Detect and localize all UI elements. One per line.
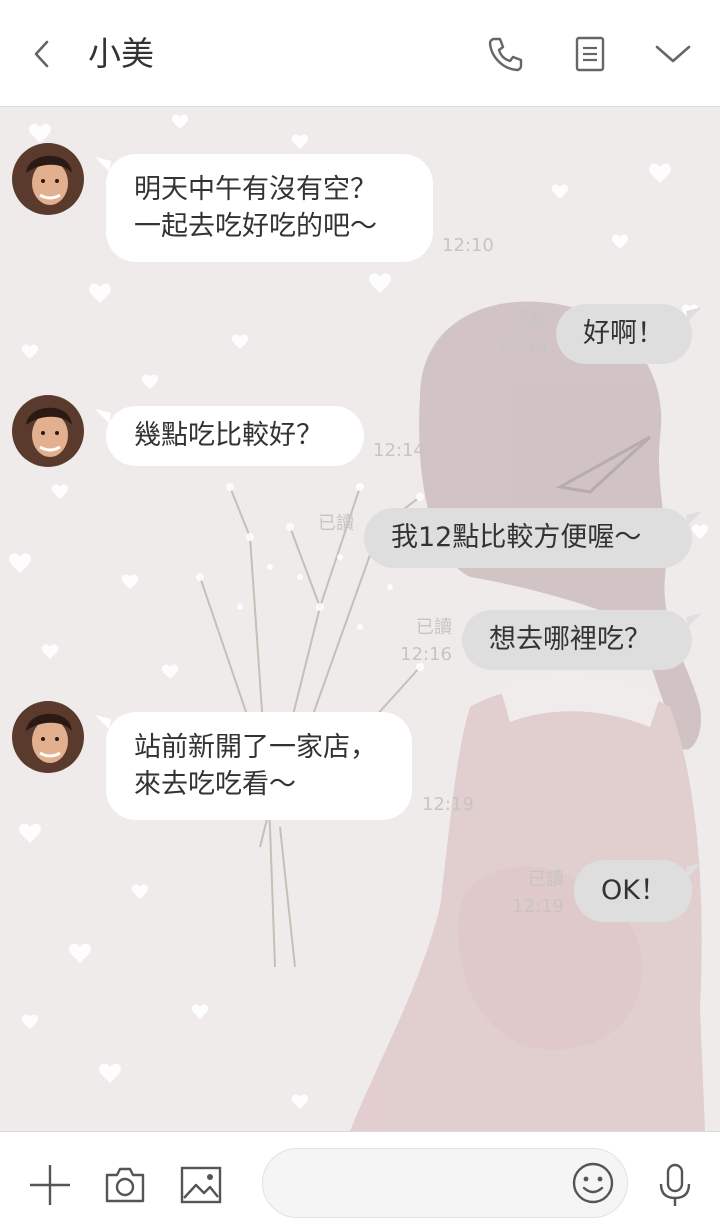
bubble-tail (686, 307, 702, 321)
read-receipt: 已讀 (512, 309, 548, 330)
phone-icon (488, 37, 523, 72)
message-bubble-outgoing[interactable]: 想去哪裡吃？ (462, 610, 692, 670)
contact-avatar[interactable] (12, 395, 84, 467)
avatar-image (12, 395, 84, 467)
back-button[interactable] (17, 27, 67, 81)
read-receipt: 已讀 (528, 869, 564, 890)
back-icon (34, 40, 49, 68)
message-time: 12:19 (422, 794, 474, 815)
message-text: OK！ (601, 875, 667, 906)
camera-icon (105, 1167, 145, 1203)
notes-icon (575, 36, 605, 72)
message-time: 12:14 (496, 337, 548, 358)
bubble-tail (686, 863, 702, 877)
attach-button[interactable] (25, 1160, 75, 1210)
message-text: 想去哪裡吃？ (489, 624, 651, 655)
read-receipt: 已讀 (318, 513, 354, 534)
message-text: 站前新開了一家店， (134, 732, 377, 763)
menu-toggle-button[interactable] (648, 27, 698, 81)
contact-avatar[interactable] (12, 701, 84, 773)
voice-button[interactable] (650, 1160, 700, 1210)
chat-area[interactable]: 明天中午有沒有空？ 一起去吃好吃的吧～ 12:10 已讀 12:14 好啊！ 幾… (0, 107, 720, 1131)
message-text: 明天中午有沒有空？ (134, 174, 377, 205)
message-time: 12:14 (373, 440, 425, 461)
chevron-down-icon (655, 45, 691, 63)
emoji-icon (572, 1162, 614, 1204)
contact-avatar[interactable] (12, 143, 84, 215)
message-bubble-incoming[interactable]: 明天中午有沒有空？ 一起去吃好吃的吧～ (106, 154, 433, 262)
message-text: 一起去吃好吃的吧～ (134, 211, 377, 242)
chat-header: 小美 (0, 0, 720, 107)
message-bubble-outgoing[interactable]: 好啊！ (556, 304, 692, 364)
camera-button[interactable] (100, 1160, 150, 1210)
message-text: 我12點比較方便喔～ (391, 522, 642, 553)
gallery-button[interactable] (176, 1160, 226, 1210)
message-text: 來去吃吃看～ (134, 769, 296, 800)
avatar-image (12, 701, 84, 773)
bubble-tail (686, 511, 702, 525)
message-time: 12:10 (442, 235, 494, 256)
message-bubble-outgoing[interactable]: OK！ (574, 860, 692, 922)
image-icon (180, 1166, 222, 1204)
notes-button[interactable] (565, 27, 615, 81)
call-button[interactable] (480, 27, 530, 81)
message-text: 幾點吃比較好？ (134, 420, 323, 451)
read-receipt: 已讀 (416, 617, 452, 638)
emoji-button[interactable] (568, 1158, 618, 1208)
chat-title: 小美 (88, 34, 154, 73)
message-bubble-outgoing[interactable]: 我12點比較方便喔～ (364, 508, 692, 568)
bubble-tail (686, 613, 702, 627)
message-bubble-incoming[interactable]: 站前新開了一家店， 來去吃吃看～ (106, 712, 412, 820)
message-text: 好啊！ (583, 318, 664, 349)
plus-icon (30, 1165, 70, 1205)
avatar-image (12, 143, 84, 215)
microphone-icon (659, 1163, 691, 1206)
message-composer-bar (0, 1131, 720, 1232)
message-time: 12:16 (400, 644, 452, 665)
message-bubble-incoming[interactable]: 幾點吃比較好？ (106, 406, 364, 466)
message-time: 12:19 (512, 896, 564, 917)
